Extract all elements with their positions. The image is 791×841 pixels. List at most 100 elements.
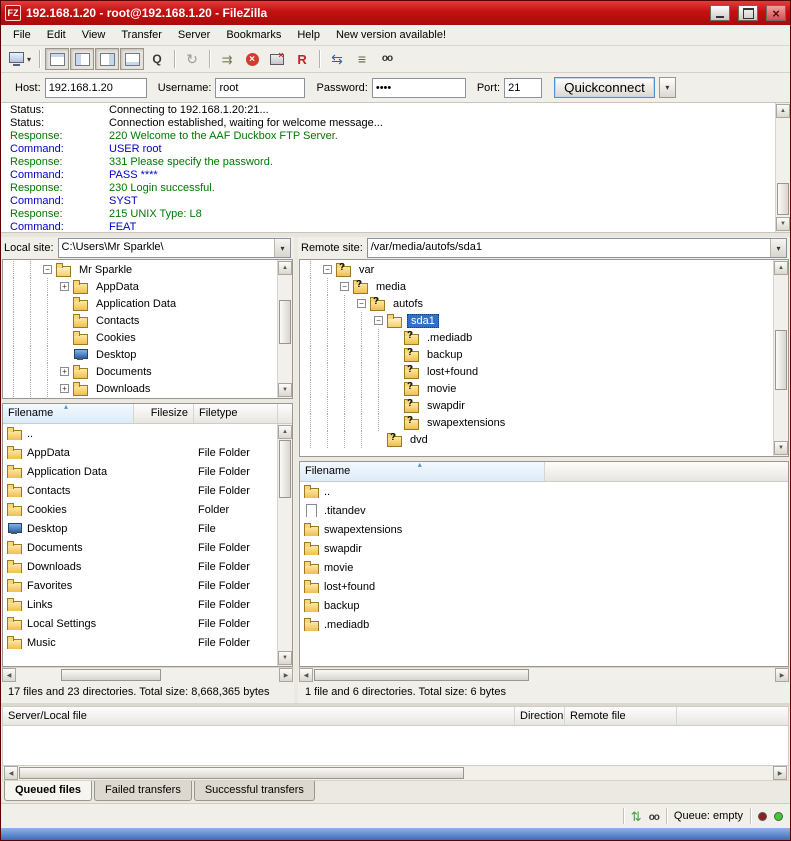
host-input[interactable] [45,78,147,98]
tree-item-swapdir[interactable]: ?swapdir [302,397,772,414]
column-header-filesize[interactable]: Filesize [134,404,194,423]
scroll-thumb[interactable] [19,767,464,779]
tree-item-backup[interactable]: ?backup [302,346,772,363]
menu-item-bookmarks[interactable]: Bookmarks [218,27,289,43]
scroll-thumb[interactable] [777,183,789,215]
file-row[interactable]: DocumentsFile Folder [3,538,277,557]
expander-plus-icon[interactable]: + [60,282,69,291]
disconnect-button[interactable] [265,48,289,70]
scroll-thumb[interactable] [279,300,291,344]
file-row[interactable]: swapextensions [300,520,788,539]
scroll-up-button[interactable] [278,261,292,275]
file-row[interactable]: LinksFile Folder [3,595,277,614]
scroll-right-button[interactable] [279,668,293,682]
toggle-remote-tree-button[interactable] [95,48,119,70]
menu-item-transfer[interactable]: Transfer [113,27,170,43]
tree-item-mediadb[interactable]: ?.mediadb [302,329,772,346]
password-input[interactable] [372,78,466,98]
remote-site-dropdown-icon[interactable] [770,239,786,257]
dropdown-arrow-icon[interactable] [27,53,31,65]
file-row[interactable]: DesktopFile [3,519,277,538]
file-row[interactable]: FavoritesFile Folder [3,576,277,595]
menu-item-help[interactable]: Help [289,27,328,43]
scroll-left-button[interactable] [2,668,16,682]
titlebar[interactable]: FZ 192.168.1.20 - root@192.168.1.20 - Fi… [1,1,790,25]
expander-minus-icon[interactable]: − [357,299,366,308]
expander-plus-icon[interactable]: + [60,367,69,376]
file-row[interactable]: Application DataFile Folder [3,462,277,481]
scroll-left-button[interactable] [4,766,18,780]
column-header-filename[interactable]: Filename [3,404,134,423]
scroll-down-button[interactable] [774,441,788,455]
scroll-thumb[interactable] [61,669,161,681]
file-row[interactable]: DownloadsFile Folder [3,557,277,576]
tree-item-application-data[interactable]: Application Data [5,295,276,312]
scroll-thumb[interactable] [775,330,787,390]
file-row[interactable]: movie [300,558,788,577]
username-input[interactable] [215,78,305,98]
message-log-scrollbar[interactable] [775,103,790,232]
remote-list-horizontal-scrollbar[interactable] [298,667,790,682]
tree-item-desktop[interactable]: Desktop [5,346,276,363]
tree-item-downloads[interactable]: +Downloads [5,380,276,397]
column-header-filename[interactable]: Filename [300,462,545,481]
tree-item-appdata[interactable]: +AppData [5,278,276,295]
scroll-left-button[interactable] [299,668,313,682]
tree-item-dvd[interactable]: ?dvd [302,431,772,448]
column-header-filetype[interactable]: Filetype [194,404,278,423]
reconnect-button[interactable] [290,48,314,70]
quickconnect-button[interactable]: Quickconnect [554,77,655,98]
expander-plus-icon[interactable]: + [60,384,69,393]
expander-minus-icon[interactable]: − [340,282,349,291]
toggle-queue-button[interactable] [120,48,144,70]
tree-item-autofs[interactable]: −?autofs [302,295,772,312]
minimize-button[interactable] [710,5,730,21]
quickconnect-dropdown-button[interactable] [659,77,676,98]
tree-item-cookies[interactable]: Cookies [5,329,276,346]
tab-successful-transfers[interactable]: Successful transfers [194,781,315,801]
tree-item-media[interactable]: −?media [302,278,772,295]
file-row[interactable]: backup [300,596,788,615]
filename-filters-button[interactable] [145,48,169,70]
process-queue-button[interactable] [215,48,239,70]
file-row[interactable]: .mediadb [300,615,788,634]
file-row[interactable]: CookiesFolder [3,500,277,519]
queue-horizontal-scrollbar[interactable] [2,766,789,781]
tab-queued-files[interactable]: Queued files [4,781,92,801]
local-list-horizontal-scrollbar[interactable] [1,667,294,682]
file-row[interactable]: lost+found [300,577,788,596]
directory-comparison-button[interactable] [325,48,349,70]
scroll-thumb[interactable] [279,440,291,498]
scroll-down-button[interactable] [776,217,790,231]
refresh-button[interactable] [180,48,204,70]
scroll-right-button[interactable] [775,668,789,682]
toggle-local-tree-button[interactable] [70,48,94,70]
remote-tree-scrollbar[interactable] [773,260,788,456]
scroll-up-button[interactable] [774,261,788,275]
close-button[interactable] [766,5,786,21]
menu-item-new-version-available[interactable]: New version available! [328,27,454,43]
column-header-direction[interactable]: Direction [515,707,565,725]
scroll-right-button[interactable] [773,766,787,780]
local-tree-scrollbar[interactable] [277,260,292,398]
tree-item-var[interactable]: −?var [302,261,772,278]
expander-minus-icon[interactable]: − [43,265,52,274]
scroll-up-button[interactable] [776,104,790,118]
speed-limits-icon[interactable] [631,810,642,823]
expander-minus-icon[interactable]: − [323,265,332,274]
tab-failed-transfers[interactable]: Failed transfers [94,781,192,801]
cancel-button[interactable] [240,48,264,70]
menu-item-server[interactable]: Server [170,27,218,43]
tree-item-lost-found[interactable]: ?lost+found [302,363,772,380]
scroll-down-button[interactable] [278,651,292,665]
synchronized-browsing-button[interactable] [350,48,374,70]
toggle-message-log-button[interactable] [45,48,69,70]
tree-item-sda1[interactable]: −sda1 [302,312,772,329]
file-row[interactable]: .titandev [300,501,788,520]
scroll-thumb[interactable] [314,669,529,681]
tree-item-swapextensions[interactable]: ?swapextensions [302,414,772,431]
file-row[interactable]: .. [300,482,788,501]
find-files-button[interactable] [375,48,399,70]
remote-site-combobox[interactable]: /var/media/autofs/sda1 [367,238,787,258]
local-list-scrollbar[interactable] [277,424,292,666]
